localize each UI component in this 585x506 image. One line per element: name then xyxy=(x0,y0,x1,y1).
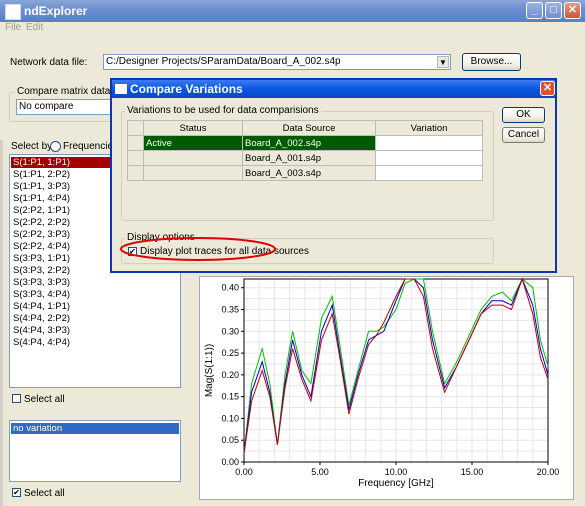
frequencies-radio[interactable] xyxy=(50,141,61,152)
y-tick-label: 0.05 xyxy=(221,435,239,445)
x-tick-label: 20.00 xyxy=(537,467,560,477)
x-tick-label: 0.00 xyxy=(235,467,253,477)
select-all-checkbox-1[interactable] xyxy=(12,394,21,403)
s-parameter-chart: 0.00 5.00 10.00 15.00 20.00 0.00 0.05 0.10 0.15 0… xyxy=(204,277,560,489)
menu-bar: File Edit xyxy=(0,22,585,36)
column-header-variation: Variation xyxy=(375,120,483,136)
menu-edit[interactable]: Edit xyxy=(26,22,43,33)
y-tick-label: 0.20 xyxy=(221,370,239,380)
column-header-data-source: Data Source xyxy=(242,120,376,136)
row-header-cell[interactable] xyxy=(127,150,144,166)
select-by-label: Select by: xyxy=(11,141,55,152)
sparam-list-item[interactable]: S(2:P2, 1:P1) xyxy=(13,205,70,216)
table-row[interactable]: Board_A_003.s4p xyxy=(127,165,483,181)
menu-file[interactable]: File xyxy=(5,22,21,33)
sparam-list-item[interactable]: S(3:P3, 3:P3) xyxy=(13,277,70,288)
data-source-cell[interactable]: Board_A_001.s4p xyxy=(242,150,376,166)
y-tick-label: 0.10 xyxy=(221,413,239,423)
data-source-cell[interactable]: Board_A_002.s4p xyxy=(242,135,376,151)
table-row[interactable]: Board_A_001.s4p xyxy=(127,150,483,166)
cancel-button[interactable]: Cancel xyxy=(502,127,545,143)
ok-button[interactable]: OK xyxy=(502,107,545,123)
compare-variations-dialog: Compare Variations ✕ Variations to be us… xyxy=(110,78,557,273)
chevron-down-icon[interactable]: ▼ xyxy=(437,56,449,68)
sparam-list-item[interactable]: S(3:P3, 4:P4) xyxy=(13,289,70,300)
variation-cell[interactable] xyxy=(375,165,483,181)
x-tick-label: 5.00 xyxy=(311,467,329,477)
network-file-value: C:/Designer Projects/SParamData/Board_A_… xyxy=(106,56,341,67)
sparam-list-item[interactable]: S(4:P4, 2:P2) xyxy=(13,313,70,324)
sparam-list-item[interactable]: S(4:P4, 3:P3) xyxy=(13,325,70,336)
y-tick-label: 0.40 xyxy=(221,283,239,293)
network-file-label: Network data file: xyxy=(10,57,88,68)
status-cell[interactable]: Active xyxy=(143,135,243,151)
y-tick-label: 0.15 xyxy=(221,392,239,402)
sparam-list-item[interactable]: S(1:P1, 4:P4) xyxy=(13,193,70,204)
table-header-row: Status Data Source Variation xyxy=(127,120,483,136)
variation-cell[interactable] xyxy=(375,150,483,166)
x-tick-label: 10.00 xyxy=(385,467,408,477)
sparam-list-item[interactable]: S(4:P4, 1:P1) xyxy=(13,301,70,312)
annotation-ellipse xyxy=(120,237,276,261)
status-cell[interactable] xyxy=(143,150,243,166)
y-tick-label: 0.35 xyxy=(221,305,239,315)
variations-table[interactable]: Status Data Source Variation Active Board… xyxy=(127,120,483,181)
main-title-bar: ndExplorer _ □ ✕ xyxy=(0,0,585,22)
sparam-list-item[interactable]: S(1:P1, 2:P2) xyxy=(13,169,70,180)
plot-panel: 0.00 5.00 10.00 15.00 20.00 0.00 0.05 0.10 0.15 0… xyxy=(199,276,574,500)
variations-table-wrap: Status Data Source Variation Active Board… xyxy=(127,120,483,181)
dialog-title: Compare Variations xyxy=(130,82,243,96)
table-row[interactable]: Active Board_A_002.s4p xyxy=(127,135,483,151)
sparam-list-item[interactable]: S(4:P4, 4:P4) xyxy=(13,337,70,348)
sparam-list-item[interactable]: S(1:P1, 3:P3) xyxy=(13,181,70,192)
compare-matrix-select[interactable]: No compare xyxy=(16,99,116,115)
compare-matrix-label: Compare matrix data xyxy=(15,86,113,97)
column-header-status: Status xyxy=(143,120,243,136)
select-all-checkbox-2[interactable]: ✔ xyxy=(12,488,21,497)
variations-group-label: Variations to be used for data comparisi… xyxy=(125,105,321,116)
sparam-list-item[interactable]: S(2:P2, 2:P2) xyxy=(13,217,70,228)
select-all-label-1: Select all xyxy=(24,394,65,405)
row-header-cell[interactable] xyxy=(127,135,144,151)
dialog-icon xyxy=(115,84,127,94)
left-panel-edge xyxy=(0,140,3,506)
dialog-title-bar: Compare Variations ✕ xyxy=(112,80,555,98)
maximize-button[interactable]: □ xyxy=(545,2,562,19)
row-header-corner xyxy=(127,120,144,136)
row-header-cell[interactable] xyxy=(127,165,144,181)
y-axis-label: Mag(S(1:1)) xyxy=(204,344,215,397)
y-tick-label: 0.25 xyxy=(221,348,239,358)
close-button[interactable]: ✕ xyxy=(564,2,581,19)
variation-list-item[interactable]: no variation xyxy=(11,423,179,434)
sparam-list-item[interactable]: S(2:P2, 4:P4) xyxy=(13,241,70,252)
select-all-label-2: Select all xyxy=(24,488,65,499)
variation-cell[interactable] xyxy=(375,135,483,151)
network-file-select[interactable]: C:/Designer Projects/SParamData/Board_A_… xyxy=(103,54,451,70)
y-tick-label: 0.30 xyxy=(221,326,239,336)
x-axis-label: Frequency [GHz] xyxy=(358,478,434,489)
dialog-close-button[interactable]: ✕ xyxy=(540,81,555,96)
variation-list[interactable]: no variation xyxy=(9,420,181,482)
status-cell[interactable] xyxy=(143,165,243,181)
sparam-list-item[interactable]: S(2:P2, 3:P3) xyxy=(13,229,70,240)
x-tick-label: 15.00 xyxy=(461,467,484,477)
sparam-list-item[interactable]: S(3:P3, 2:P2) xyxy=(13,265,70,276)
sparam-list-item[interactable]: S(3:P3, 1:P1) xyxy=(13,253,70,264)
minimize-button[interactable]: _ xyxy=(526,2,543,19)
app-icon xyxy=(5,4,21,20)
browse-button[interactable]: Browse... xyxy=(462,53,521,71)
compare-matrix-value: No compare xyxy=(19,101,74,112)
window-title: ndExplorer xyxy=(24,4,88,18)
data-source-cell[interactable]: Board_A_003.s4p xyxy=(242,165,376,181)
y-tick-label: 0.00 xyxy=(221,457,239,467)
